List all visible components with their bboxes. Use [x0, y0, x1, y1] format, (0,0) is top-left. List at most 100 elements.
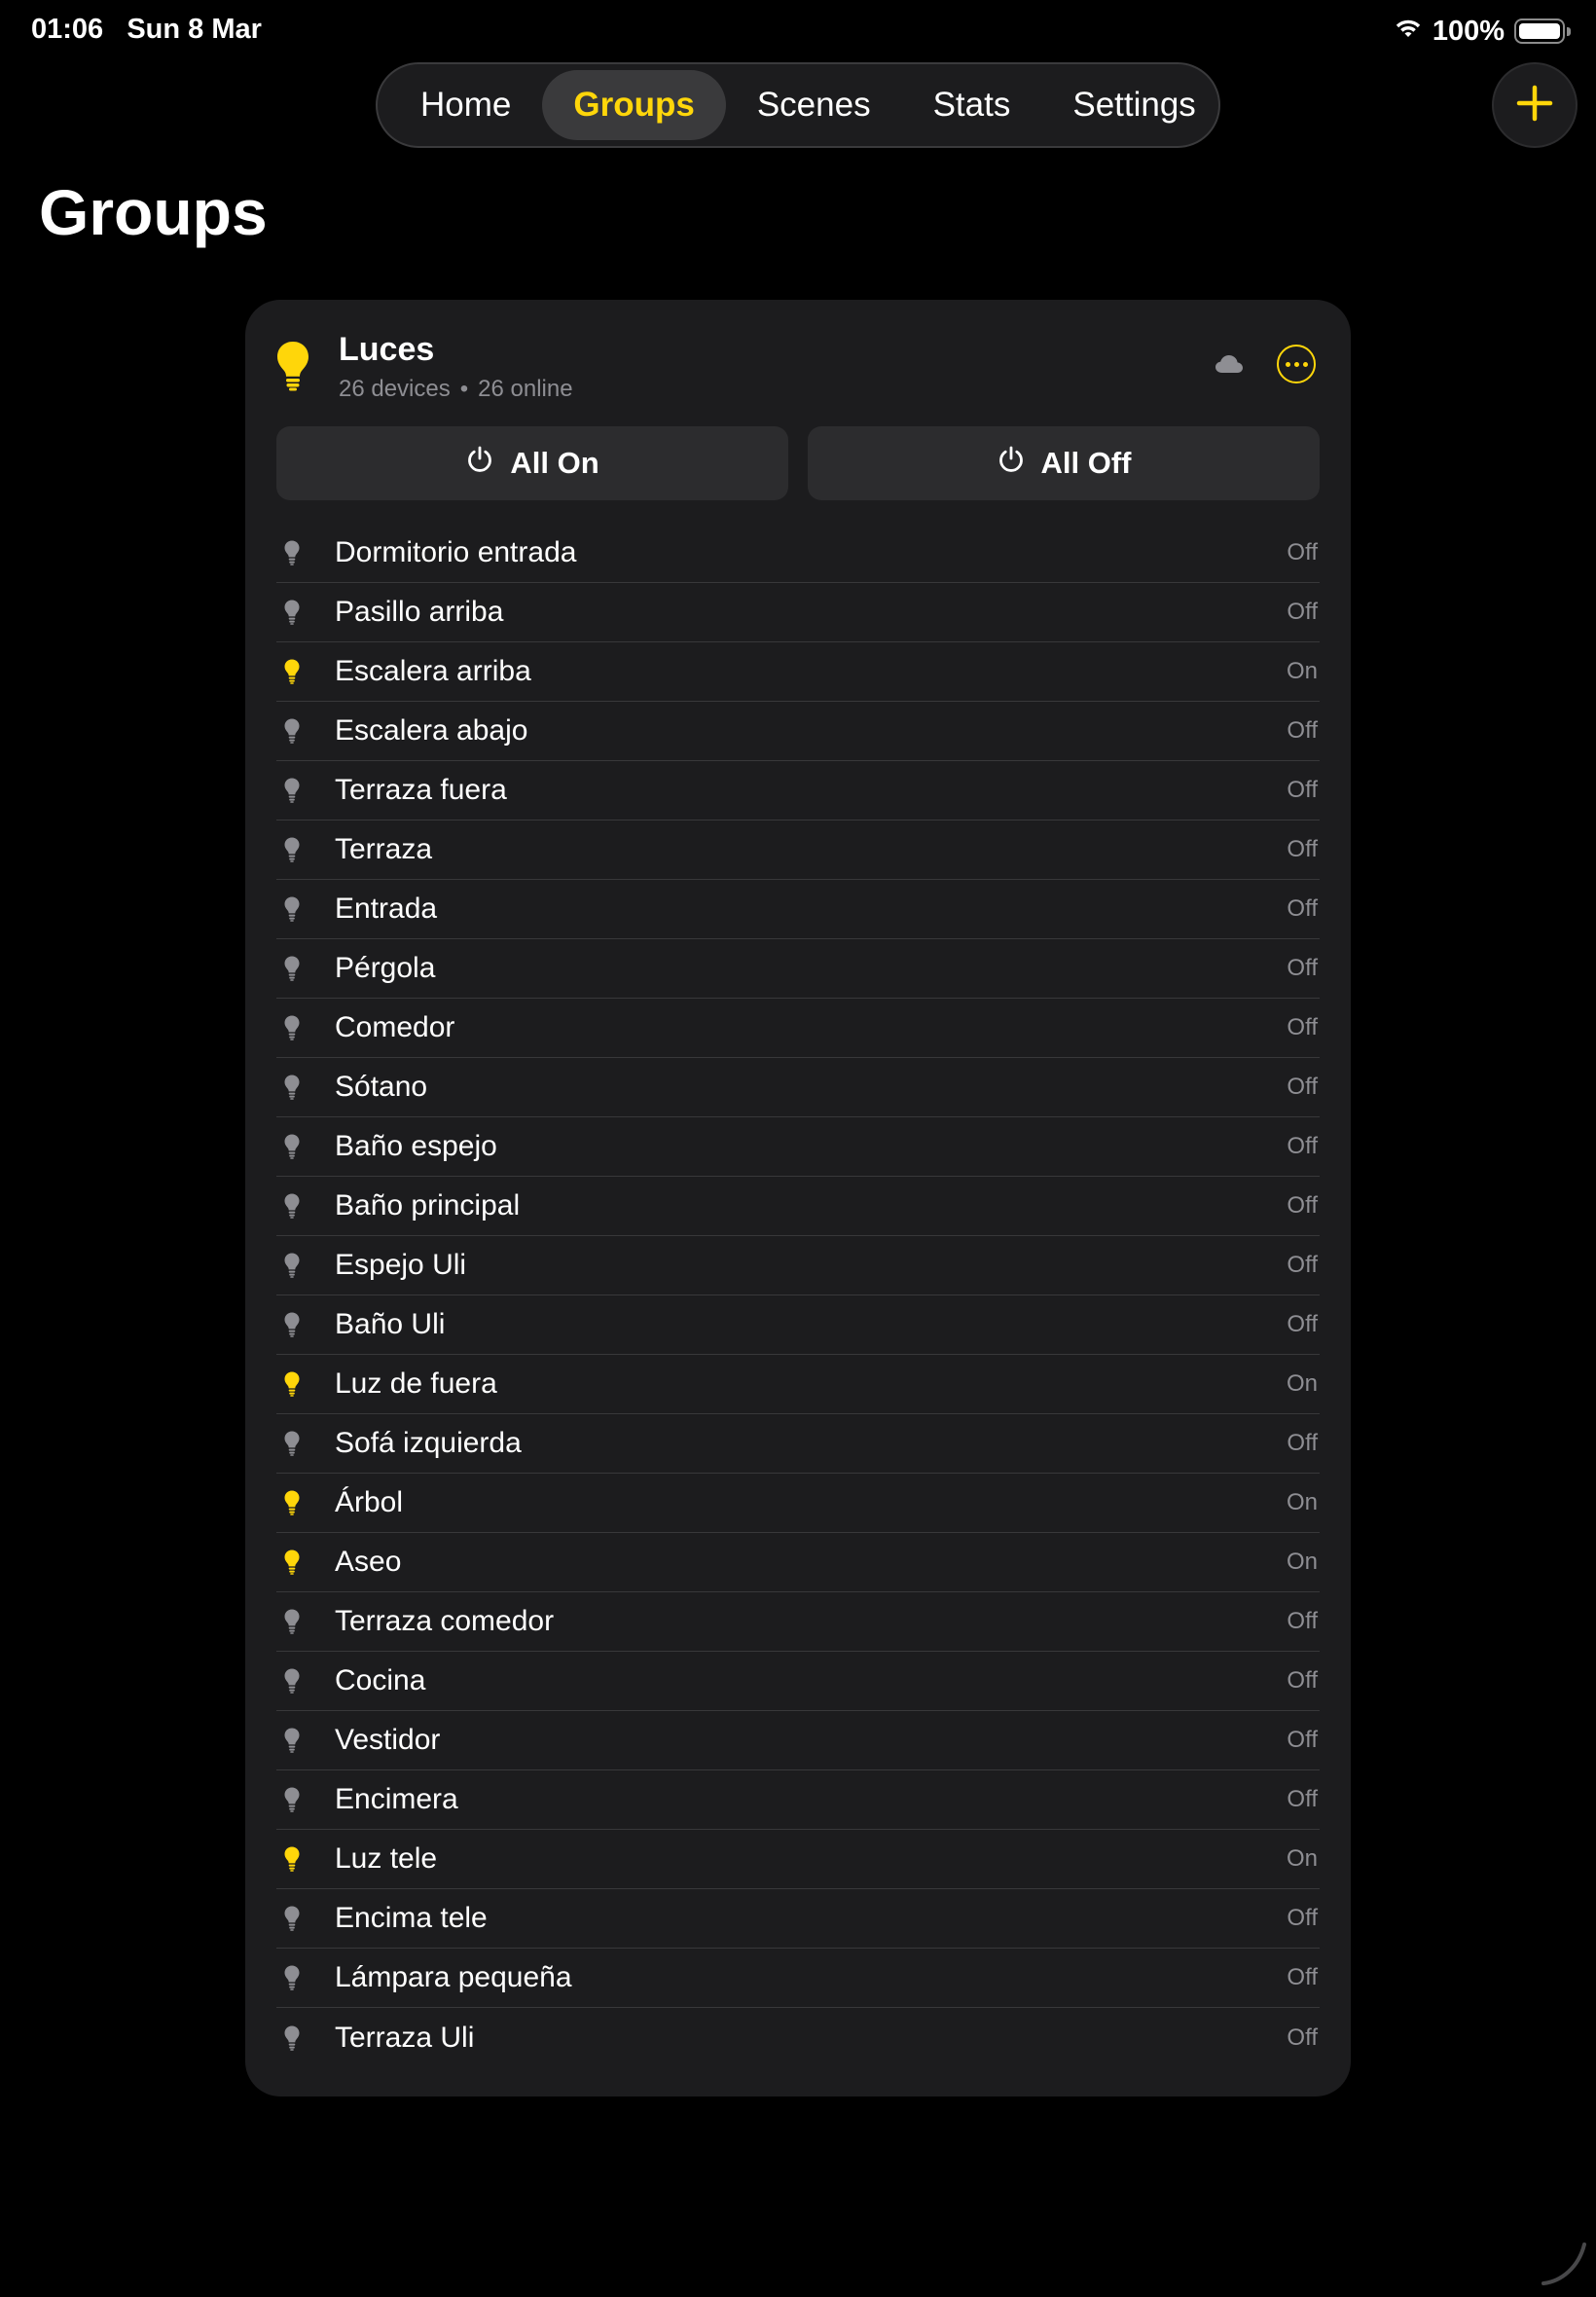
lightbulb-off-icon [276, 896, 335, 922]
battery-cap [1567, 27, 1571, 36]
device-row[interactable]: Terraza comedor Off [276, 1592, 1320, 1652]
lightbulb-on-icon [276, 1846, 335, 1872]
lightbulb-off-icon [276, 2025, 335, 2051]
device-name: Encimera [335, 1783, 458, 1815]
tab-groups[interactable]: Groups [542, 70, 726, 140]
device-state: On [1286, 658, 1318, 684]
lightbulb-off-icon [276, 1312, 335, 1337]
group-actions: All On All Off [276, 426, 1320, 500]
lightbulb-off-icon [276, 778, 335, 803]
lightbulb-off-icon [276, 837, 335, 862]
device-row[interactable]: Dormitorio entrada Off [276, 524, 1320, 583]
device-state: Off [1287, 539, 1318, 565]
more-dot [1285, 361, 1290, 367]
all-off-label: All Off [1040, 446, 1132, 480]
lightbulb-on-icon [276, 1490, 335, 1515]
device-name: Baño Uli [335, 1308, 446, 1340]
device-row[interactable]: Lámpara pequeña Off [276, 1949, 1320, 2008]
lightbulb-off-icon [276, 1431, 335, 1456]
device-state: Off [1287, 1311, 1318, 1337]
device-row[interactable]: Pasillo arriba Off [276, 583, 1320, 642]
device-row[interactable]: Árbol On [276, 1474, 1320, 1533]
device-name: Cocina [335, 1664, 426, 1696]
online-count: 26 online [478, 376, 573, 402]
lightbulb-off-icon [276, 1015, 335, 1040]
power-icon [997, 445, 1026, 482]
device-name: Lámpara pequeña [335, 1961, 572, 1993]
lightbulb-off-icon [276, 1965, 335, 1990]
device-row[interactable]: Luz tele On [276, 1830, 1320, 1889]
device-row[interactable]: Sótano Off [276, 1058, 1320, 1117]
device-row[interactable]: Escalera abajo Off [276, 702, 1320, 761]
all-off-button[interactable]: All Off [808, 426, 1320, 500]
device-name: Luz tele [335, 1842, 438, 1875]
device-state: Off [1287, 1667, 1318, 1694]
device-row[interactable]: Comedor Off [276, 999, 1320, 1058]
device-state: Off [1287, 2024, 1318, 2051]
device-row[interactable]: Cocina Off [276, 1652, 1320, 1711]
device-state: Off [1287, 1786, 1318, 1812]
lightbulb-off-icon [276, 1906, 335, 1931]
device-row[interactable]: Vestidor Off [276, 1711, 1320, 1770]
device-state: Off [1287, 1192, 1318, 1219]
device-name: Aseo [335, 1546, 402, 1578]
device-row[interactable]: Encimera Off [276, 1770, 1320, 1830]
device-name: Terraza fuera [335, 774, 507, 806]
tab-scenes[interactable]: Scenes [726, 70, 902, 140]
device-state: Off [1287, 1014, 1318, 1040]
device-state: Off [1287, 1964, 1318, 1990]
more-dot [1302, 361, 1308, 367]
device-name: Encima tele [335, 1902, 488, 1934]
lightbulb-off-icon [276, 1609, 335, 1634]
group-meta: 26 devices • 26 online [339, 376, 573, 403]
device-row[interactable]: Baño principal Off [276, 1177, 1320, 1236]
device-row[interactable]: Terraza Off [276, 820, 1320, 880]
device-row[interactable]: Terraza Uli Off [276, 2008, 1320, 2067]
device-row[interactable]: Baño espejo Off [276, 1117, 1320, 1177]
status-date: Sun 8 Mar [127, 14, 262, 45]
device-row[interactable]: Espejo Uli Off [276, 1236, 1320, 1295]
device-count: 26 devices [339, 376, 451, 402]
device-row[interactable]: Escalera arriba On [276, 642, 1320, 702]
device-state: Off [1287, 1727, 1318, 1753]
tab-settings[interactable]: Settings [1041, 70, 1226, 140]
device-row[interactable]: Entrada Off [276, 880, 1320, 939]
device-row[interactable]: Pérgola Off [276, 939, 1320, 999]
device-state: On [1286, 1845, 1318, 1872]
lightbulb-off-icon [276, 1075, 335, 1100]
device-row[interactable]: Sofá izquierda Off [276, 1414, 1320, 1474]
device-row[interactable]: Aseo On [276, 1533, 1320, 1592]
add-button[interactable] [1492, 62, 1578, 148]
device-row[interactable]: Luz de fuera On [276, 1355, 1320, 1414]
status-time: 01:06 Sun 8 Mar [31, 14, 262, 46]
device-state: Off [1287, 836, 1318, 862]
device-name: Luz de fuera [335, 1367, 497, 1400]
lightbulb-on-icon [276, 659, 335, 684]
device-state: Off [1287, 777, 1318, 803]
device-state: Off [1287, 1430, 1318, 1456]
status-clock: 01:06 [31, 14, 104, 45]
device-state: On [1286, 1489, 1318, 1515]
lightbulb-on-icon [276, 1371, 335, 1397]
device-state: On [1286, 1370, 1318, 1397]
lightbulb-on-icon [276, 1550, 335, 1575]
device-name: Terraza [335, 833, 433, 865]
device-row[interactable]: Baño Uli Off [276, 1295, 1320, 1355]
device-name: Dormitorio entrada [335, 536, 577, 568]
device-row[interactable]: Terraza fuera Off [276, 761, 1320, 820]
power-icon [465, 445, 494, 482]
status-indicators: 100% [1394, 12, 1571, 51]
device-state: On [1286, 1549, 1318, 1575]
more-button[interactable] [1277, 345, 1316, 383]
lightbulb-off-icon [276, 1787, 335, 1812]
device-row[interactable]: Encima tele Off [276, 1889, 1320, 1949]
device-name: Vestidor [335, 1724, 441, 1756]
tab-stats[interactable]: Stats [902, 70, 1042, 140]
cloud-icon [1215, 354, 1244, 379]
page-title: Groups [39, 176, 268, 248]
plus-icon [1515, 84, 1554, 128]
device-name: Baño espejo [335, 1130, 497, 1162]
all-on-button[interactable]: All On [276, 426, 788, 500]
lightbulb-off-icon [276, 1193, 335, 1219]
tab-home[interactable]: Home [389, 70, 542, 140]
